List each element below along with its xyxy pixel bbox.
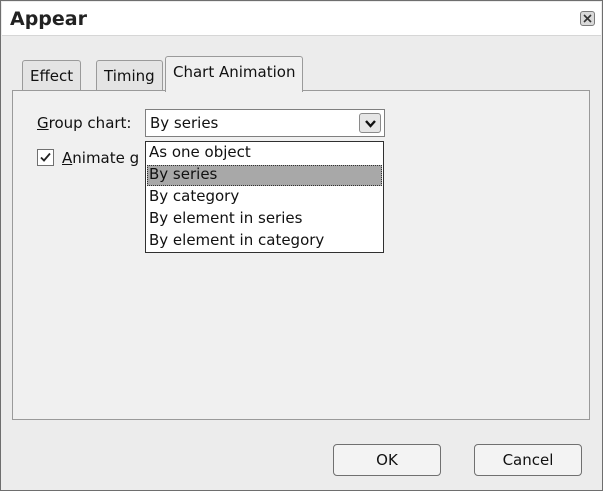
- tab-chart-animation[interactable]: Chart Animation: [165, 56, 304, 92]
- tab-timing[interactable]: Timing: [96, 60, 163, 90]
- checkmark-icon: [40, 152, 51, 162]
- title-bar: Appear: [2, 2, 601, 36]
- tab-panel: [12, 90, 590, 420]
- group-chart-select[interactable]: By series: [145, 109, 385, 137]
- group-chart-label: Group chart:: [37, 114, 131, 132]
- group-chart-label-accel: G: [37, 114, 49, 132]
- option-by-series[interactable]: By series: [147, 165, 382, 186]
- animate-grid-label: Animate g: [62, 149, 139, 167]
- option-by-category[interactable]: By category: [147, 187, 382, 208]
- group-chart-label-rest: roup chart:: [48, 114, 132, 132]
- ok-button[interactable]: OK: [333, 444, 441, 476]
- animate-grid-label-accel: A: [62, 149, 73, 167]
- chevron-down-icon: [365, 120, 376, 128]
- close-icon: [583, 14, 592, 23]
- option-by-element-in-category[interactable]: By element in category: [147, 231, 382, 252]
- group-chart-dropdown-list: As one object By series By category By e…: [145, 141, 384, 253]
- tab-effect[interactable]: Effect: [22, 60, 82, 90]
- dropdown-arrow-button[interactable]: [359, 113, 381, 133]
- dialog-title: Appear: [10, 8, 87, 30]
- group-chart-selected-value: By series: [150, 114, 219, 132]
- cancel-button[interactable]: Cancel: [474, 444, 582, 476]
- animate-grid-label-rest: nimate g: [72, 149, 140, 167]
- animate-grid-checkbox[interactable]: [37, 149, 54, 166]
- option-by-element-in-series[interactable]: By element in series: [147, 209, 382, 230]
- option-as-one-object[interactable]: As one object: [147, 143, 382, 164]
- close-button[interactable]: [580, 11, 595, 26]
